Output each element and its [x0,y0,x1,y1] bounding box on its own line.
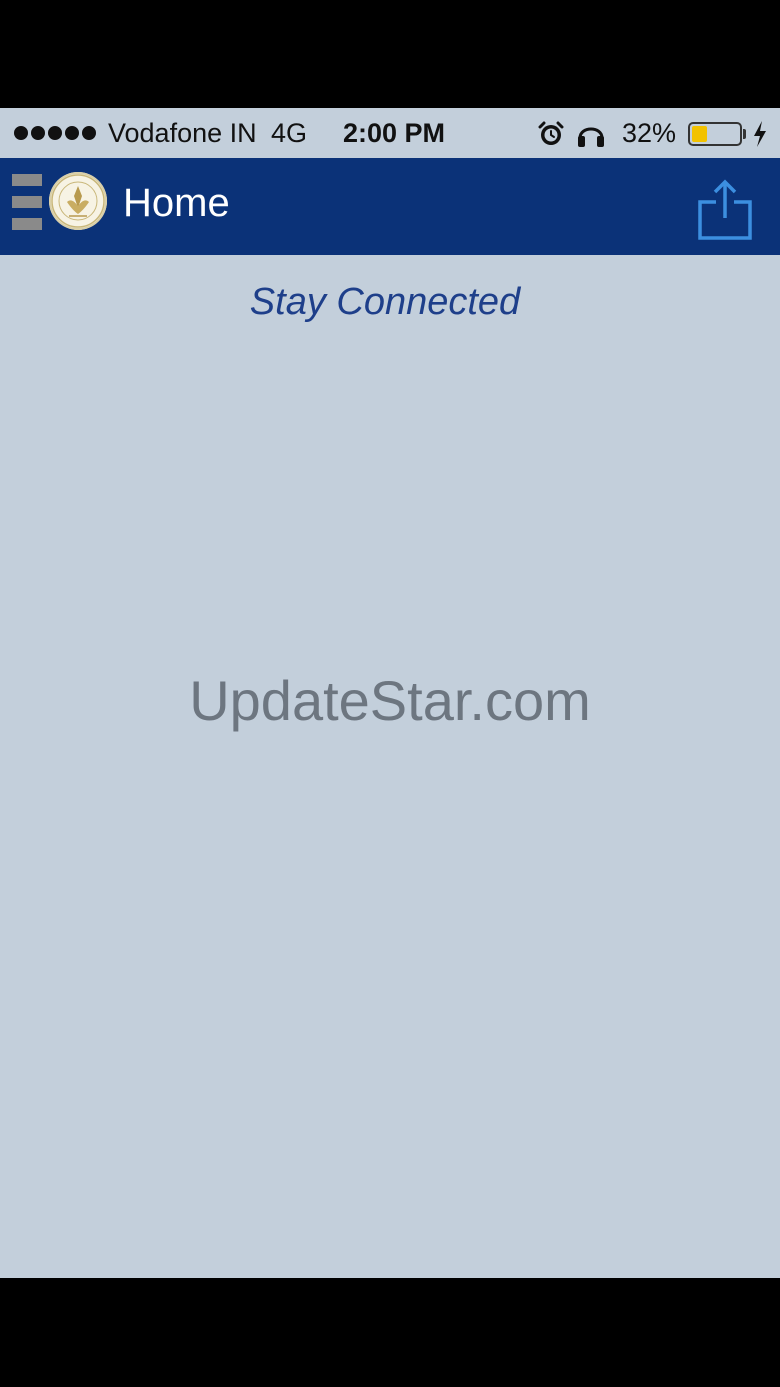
app-logo-seal[interactable] [49,172,107,230]
watermark-text: UpdateStar.com [189,669,591,732]
navigation-bar: Home [0,158,780,255]
hamburger-menu-icon[interactable] [12,174,42,230]
app-screen: Vodafone IN 4G 2:00 PM 32% Home Stay Con… [0,108,780,1278]
alarm-icon [538,121,564,145]
battery-icon [688,122,742,146]
share-icon[interactable] [696,178,754,242]
status-bar: Vodafone IN 4G 2:00 PM 32% [0,108,780,158]
battery-level-fill [692,126,707,142]
charging-bolt-icon [754,121,766,147]
stay-connected-heading: Stay Connected [249,281,521,323]
battery-percentage: 32% [622,118,677,148]
battery-tip [743,129,746,139]
page-title: Home [123,181,230,225]
headphones-icon [578,127,604,147]
